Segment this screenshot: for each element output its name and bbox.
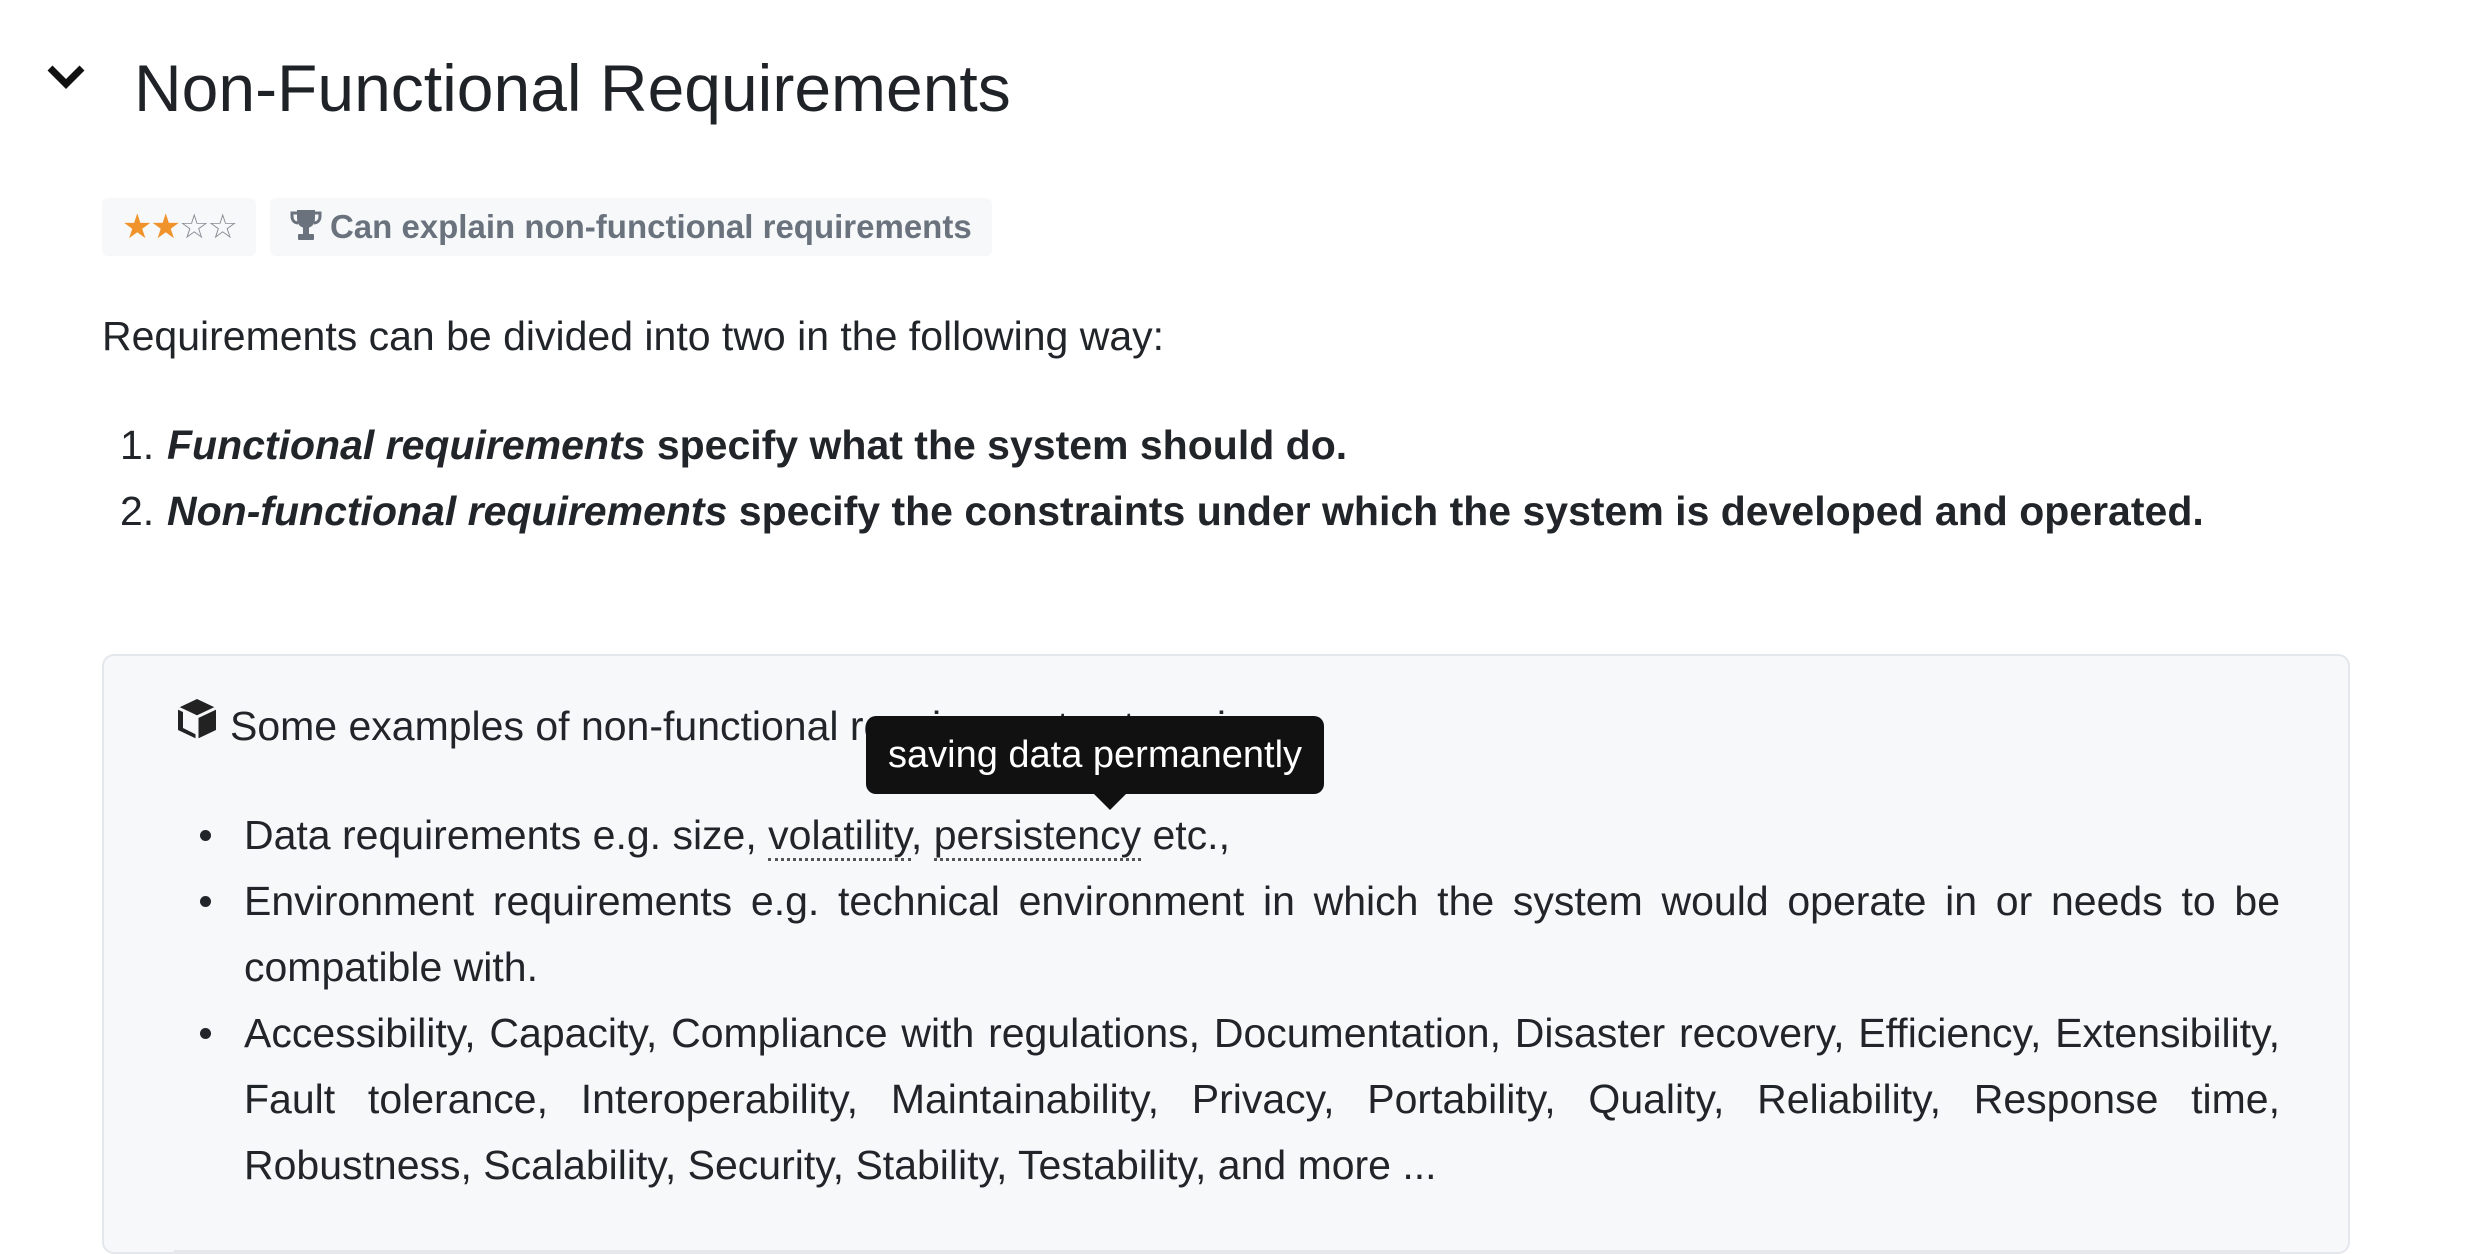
requirement-text: specify what the system should do. [645,422,1348,468]
star-empty-icon: ☆ [178,207,210,247]
tooltip: saving data permanently [866,716,1325,794]
star-rating: ★★☆☆ [122,207,238,247]
star-filled-icon: ★ [150,207,181,247]
term-persistency[interactable]: persistency [933,812,1142,861]
list-number: 2. [120,488,155,534]
examples-list: Data requirements e.g. size, volatility,… [174,802,2280,1198]
divider [174,1250,2280,1252]
list-item: 1. Functional requirements specify what t… [102,412,2352,478]
trophy-icon [290,208,322,247]
page-title: Non-Functional Requirements [134,51,1011,125]
term-volatility[interactable]: volatility [768,812,911,861]
list-item: 2. Non-functional requirements specify th… [102,478,2352,544]
tooltip-arrow [1094,794,1126,810]
list-item: Data requirements e.g. size, volatility,… [174,802,2280,868]
data-req-prefix: Data requirements e.g. size, [244,812,769,858]
requirement-term: Functional requirements [167,422,646,468]
separator: , [910,812,934,858]
box-icon [174,696,220,756]
requirements-list: 1. Functional requirements specify what t… [102,412,2352,544]
intro-paragraph: Requirements can be divided into two in … [102,313,1165,359]
star-filled-icon: ★ [122,207,153,247]
achievement-badge: Can explain non-functional requirements [269,198,992,256]
list-item: Accessibility, Capacity, Compliance with… [174,1000,2280,1198]
chevron-down-icon[interactable] [46,58,86,98]
star-empty-icon: ☆ [207,207,238,247]
data-req-suffix: etc., [1141,812,1230,858]
requirement-term: Non-functional requirements [167,488,728,534]
badges-row: ★★☆☆ Can explain non-functional requirem… [102,198,992,256]
requirement-text: specify the constraints under which the … [727,488,2204,534]
achievement-label: Can explain non-functional requirements [329,208,972,245]
difficulty-rating-badge: ★★☆☆ [102,198,256,256]
page: Non-Functional Requirements ★★☆☆ Can exp… [0,0,2482,1254]
list-number: 1. [120,422,155,468]
list-item: Environment requirements e.g. technical … [174,868,2280,1000]
